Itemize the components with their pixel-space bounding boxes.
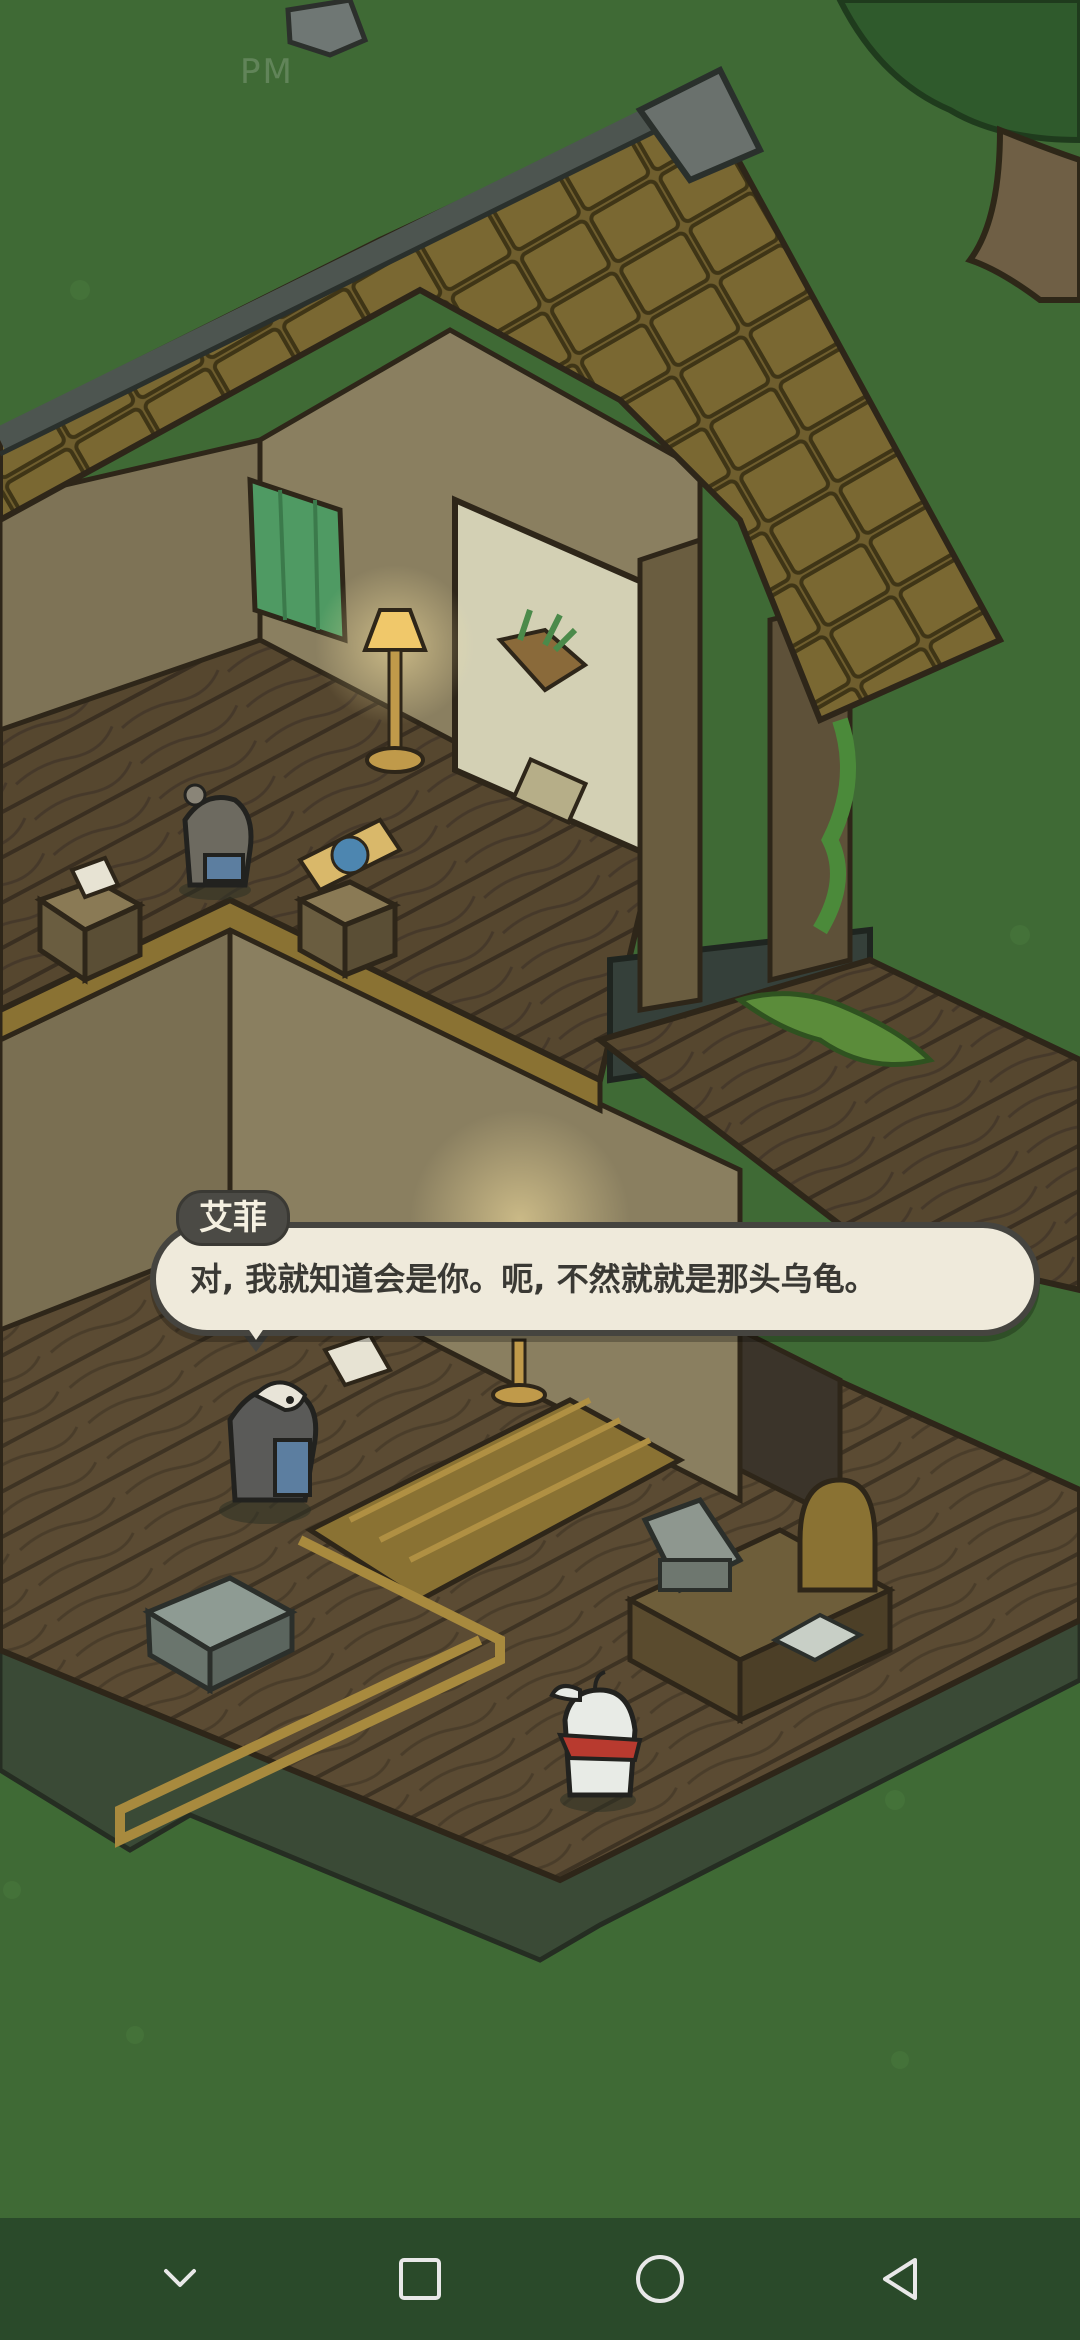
back-icon[interactable] bbox=[855, 2234, 945, 2324]
watermark-text: PM bbox=[240, 52, 294, 92]
game-scene[interactable] bbox=[0, 0, 1080, 2218]
mouse-npc[interactable] bbox=[179, 783, 254, 900]
speaker-name: 艾菲 bbox=[176, 1190, 290, 1246]
dialog-bubble[interactable]: 对, 我就知道会是你。呃, 不然就就是那头乌龟。 bbox=[150, 1222, 1040, 1336]
home-icon[interactable] bbox=[615, 2234, 705, 2324]
game-screen[interactable]: PM 对, 我就知道会是你。呃, 不然就就是那头乌龟。 艾菲 bbox=[0, 0, 1080, 2340]
pillar-right bbox=[637, 536, 703, 1013]
navigation-bar bbox=[0, 2218, 1080, 2340]
recent-apps-icon[interactable] bbox=[375, 2234, 465, 2324]
dialog-tail-inner bbox=[245, 1324, 267, 1340]
dialog-line: 对, 我就知道会是你。呃, 不然就就是那头乌龟。 bbox=[190, 1260, 877, 1298]
chevron-down-icon[interactable] bbox=[135, 2234, 225, 2324]
rock bbox=[285, 0, 369, 58]
chair bbox=[797, 1477, 878, 1593]
